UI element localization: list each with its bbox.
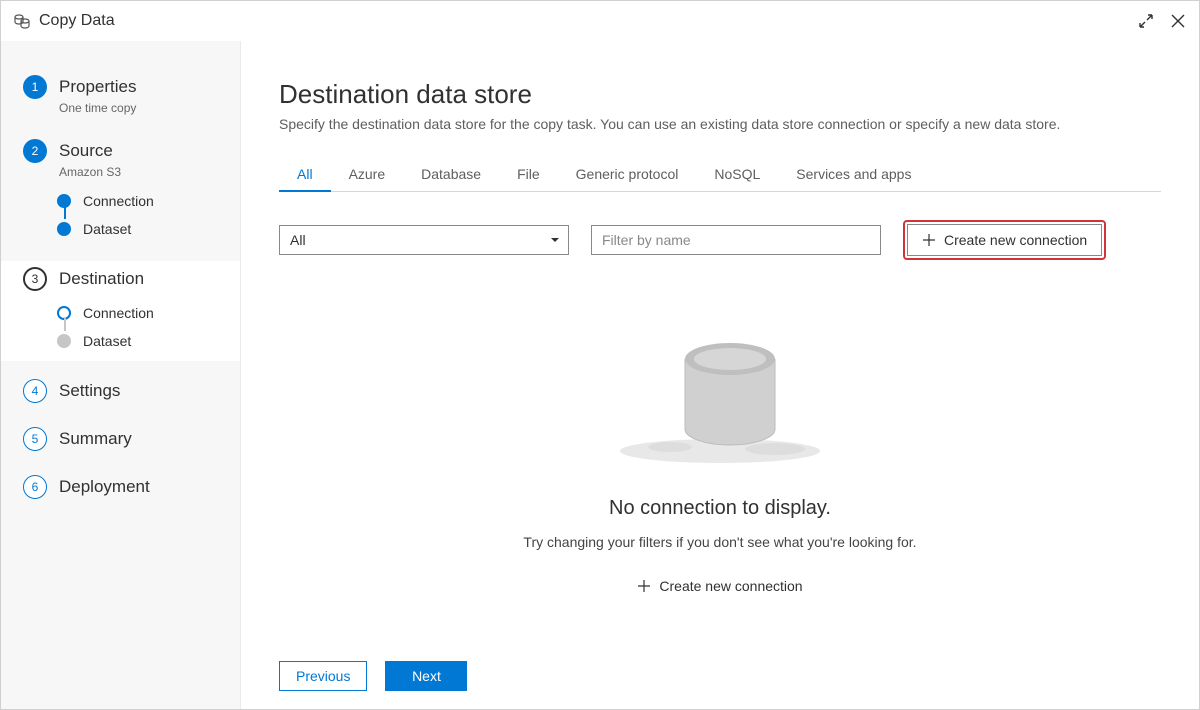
page-description: Specify the destination data store for t…	[279, 116, 1161, 132]
main-content: Destination data store Specify the desti…	[241, 41, 1199, 709]
step-properties[interactable]: 1 Properties One time copy	[1, 69, 240, 121]
step-label: Deployment	[59, 475, 150, 499]
plus-icon	[922, 233, 936, 247]
step-destination[interactable]: 3 Destination Connection Dataset	[1, 261, 240, 361]
substep-source-connection[interactable]: Connection	[23, 187, 240, 215]
step-deployment[interactable]: 6 Deployment	[1, 469, 240, 505]
wizard-footer: Previous Next	[279, 643, 1161, 691]
close-icon[interactable]	[1169, 12, 1187, 30]
create-button-label: Create new connection	[944, 232, 1087, 248]
create-new-connection-link[interactable]: Create new connection	[637, 578, 802, 594]
step-label: Summary	[59, 427, 132, 451]
step-sublabel: One time copy	[59, 101, 136, 115]
copy-data-icon	[13, 12, 31, 30]
category-tabs: All Azure Database File Generic protocol…	[279, 158, 1161, 192]
substep-label: Dataset	[83, 221, 131, 237]
empty-link-label: Create new connection	[659, 578, 802, 594]
step-label: Source	[59, 139, 121, 163]
empty-state: No connection to display. Try changing y…	[279, 270, 1161, 643]
substep-destination-dataset[interactable]: Dataset	[23, 327, 240, 355]
substep-label: Dataset	[83, 333, 131, 349]
previous-button[interactable]: Previous	[279, 661, 367, 691]
step-source[interactable]: 2 Source Amazon S3 Connection Dataset	[1, 133, 240, 249]
filter-row: All Create new connection	[279, 220, 1161, 260]
empty-state-title: No connection to display.	[609, 497, 831, 520]
filter-name-input[interactable]	[591, 225, 881, 255]
select-value: All	[290, 232, 306, 248]
step-number-icon: 4	[23, 379, 47, 403]
step-label: Destination	[59, 267, 144, 291]
create-new-connection-button[interactable]: Create new connection	[907, 224, 1102, 256]
substep-dot-icon	[57, 334, 71, 348]
substep-destination-connection[interactable]: Connection	[23, 299, 240, 327]
step-label: Settings	[59, 379, 120, 403]
tab-azure[interactable]: Azure	[331, 158, 404, 192]
step-settings[interactable]: 4 Settings	[1, 373, 240, 409]
substep-source-dataset[interactable]: Dataset	[23, 215, 240, 243]
step-number-icon: 6	[23, 475, 47, 499]
window-title: Copy Data	[39, 12, 1137, 30]
substep-label: Connection	[83, 193, 154, 209]
titlebar-controls	[1137, 12, 1187, 30]
step-label: Properties	[59, 75, 136, 99]
filter-category-select[interactable]: All	[279, 225, 569, 255]
expand-icon[interactable]	[1137, 12, 1155, 30]
page-title: Destination data store	[279, 79, 1161, 110]
tab-generic-protocol[interactable]: Generic protocol	[558, 158, 697, 192]
next-button[interactable]: Next	[385, 661, 467, 691]
substep-label: Connection	[83, 305, 154, 321]
copy-data-window: Copy Data 1 Properties One time copy	[0, 0, 1200, 710]
plus-icon	[637, 579, 651, 593]
tab-services-and-apps[interactable]: Services and apps	[778, 158, 929, 192]
tab-nosql[interactable]: NoSQL	[696, 158, 778, 192]
empty-state-description: Try changing your filters if you don't s…	[523, 534, 916, 550]
step-number-icon: 3	[23, 267, 47, 291]
tab-database[interactable]: Database	[403, 158, 499, 192]
step-summary[interactable]: 5 Summary	[1, 421, 240, 457]
tab-all[interactable]: All	[279, 158, 331, 192]
step-sublabel: Amazon S3	[59, 165, 121, 179]
wizard-sidebar: 1 Properties One time copy 2 Source Amaz…	[1, 41, 241, 709]
step-number-icon: 5	[23, 427, 47, 451]
substep-dot-icon	[57, 222, 71, 236]
step-number-icon: 2	[23, 139, 47, 163]
database-empty-icon	[610, 319, 830, 469]
titlebar: Copy Data	[1, 1, 1199, 41]
body: 1 Properties One time copy 2 Source Amaz…	[1, 41, 1199, 709]
create-connection-highlight: Create new connection	[903, 220, 1106, 260]
step-number-icon: 1	[23, 75, 47, 99]
tab-file[interactable]: File	[499, 158, 558, 192]
